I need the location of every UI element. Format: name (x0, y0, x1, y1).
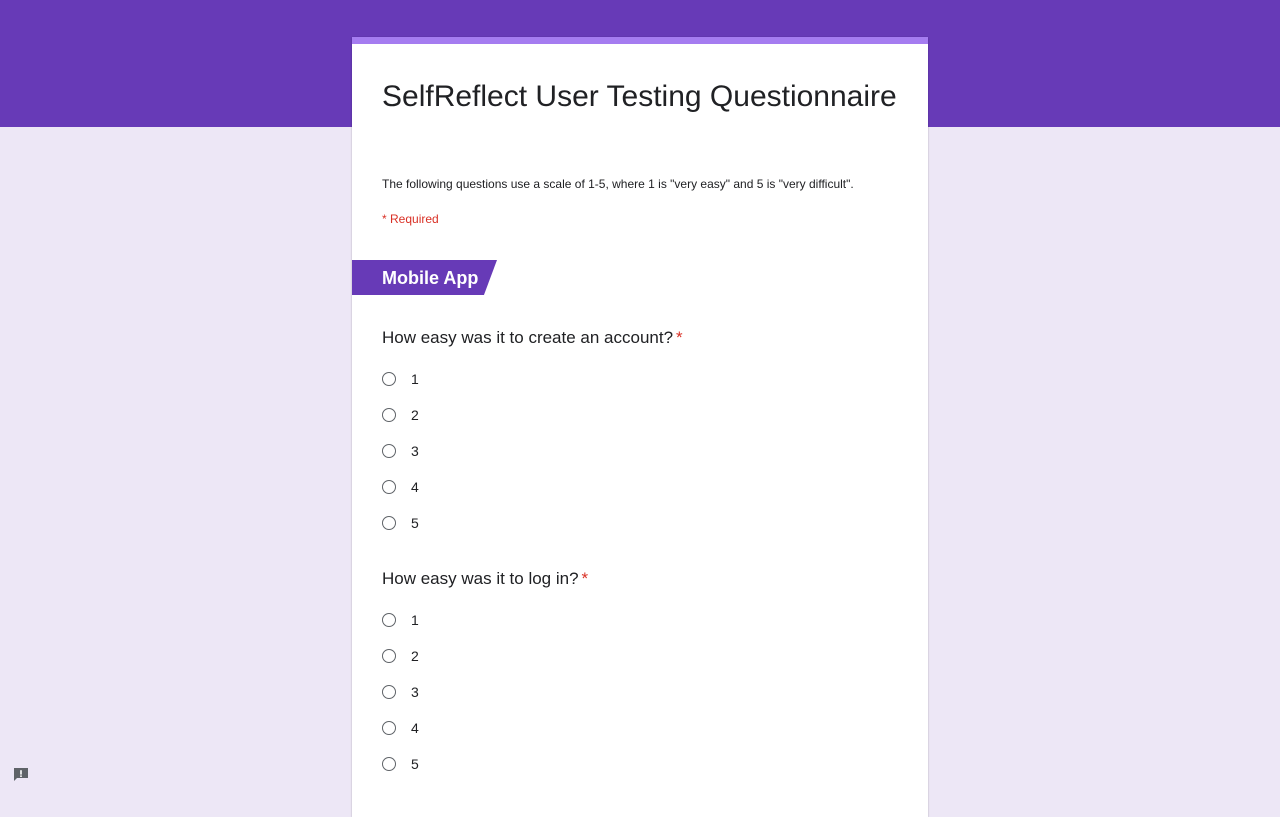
form-title: SelfReflect User Testing Questionnaire (382, 80, 897, 113)
required-note: * Required (382, 212, 439, 226)
radio-option-label: 1 (411, 612, 419, 628)
question-title: How easy was it to create an account? * (382, 327, 902, 349)
radio-button[interactable] (382, 372, 396, 386)
radio-option-1[interactable]: 1 (382, 602, 902, 638)
question-log-in: How easy was it to log in? * 1 2 3 4 5 (382, 568, 902, 782)
radio-option-label: 2 (411, 648, 419, 664)
radio-button[interactable] (382, 649, 396, 663)
required-star: * (676, 328, 683, 347)
radio-option-label: 4 (411, 720, 419, 736)
radio-option-1[interactable]: 1 (382, 361, 902, 397)
radio-button[interactable] (382, 408, 396, 422)
radio-option-5[interactable]: 5 (382, 505, 902, 541)
radio-option-5[interactable]: 5 (382, 746, 902, 782)
radio-option-label: 5 (411, 515, 419, 531)
radio-option-label: 5 (411, 756, 419, 772)
radio-button[interactable] (382, 613, 396, 627)
radio-button[interactable] (382, 444, 396, 458)
question-create-account: How easy was it to create an account? * 1… (382, 327, 902, 541)
section-banner: Mobile App (352, 260, 497, 295)
radio-button[interactable] (382, 516, 396, 530)
radio-option-2[interactable]: 2 (382, 397, 902, 433)
radio-button[interactable] (382, 721, 396, 735)
question-text: How easy was it to log in? (382, 569, 579, 588)
section-title: Mobile App (382, 268, 479, 288)
radio-button[interactable] (382, 685, 396, 699)
radio-option-3[interactable]: 3 (382, 674, 902, 710)
radio-option-3[interactable]: 3 (382, 433, 902, 469)
radio-group: 1 2 3 4 5 (382, 602, 902, 782)
radio-button[interactable] (382, 757, 396, 771)
radio-option-label: 3 (411, 443, 419, 459)
required-star: * (581, 569, 589, 588)
radio-option-label: 1 (411, 371, 419, 387)
radio-option-2[interactable]: 2 (382, 638, 902, 674)
radio-option-label: 2 (411, 407, 419, 423)
radio-button[interactable] (382, 480, 396, 494)
radio-option-4[interactable]: 4 (382, 710, 902, 746)
radio-option-label: 4 (411, 479, 419, 495)
radio-group: 1 2 3 4 5 (382, 361, 902, 541)
question-text: How easy was it to create an account? (382, 328, 674, 347)
radio-option-4[interactable]: 4 (382, 469, 902, 505)
form-card: SelfReflect User Testing Questionnaire T… (352, 37, 928, 817)
form-description: The following questions use a scale of 1… (382, 177, 854, 191)
radio-option-label: 3 (411, 684, 419, 700)
report-feedback-icon (14, 768, 28, 781)
card-accent-bar (352, 37, 928, 44)
question-title: How easy was it to log in? * (382, 568, 902, 590)
report-feedback-button[interactable] (12, 766, 30, 784)
